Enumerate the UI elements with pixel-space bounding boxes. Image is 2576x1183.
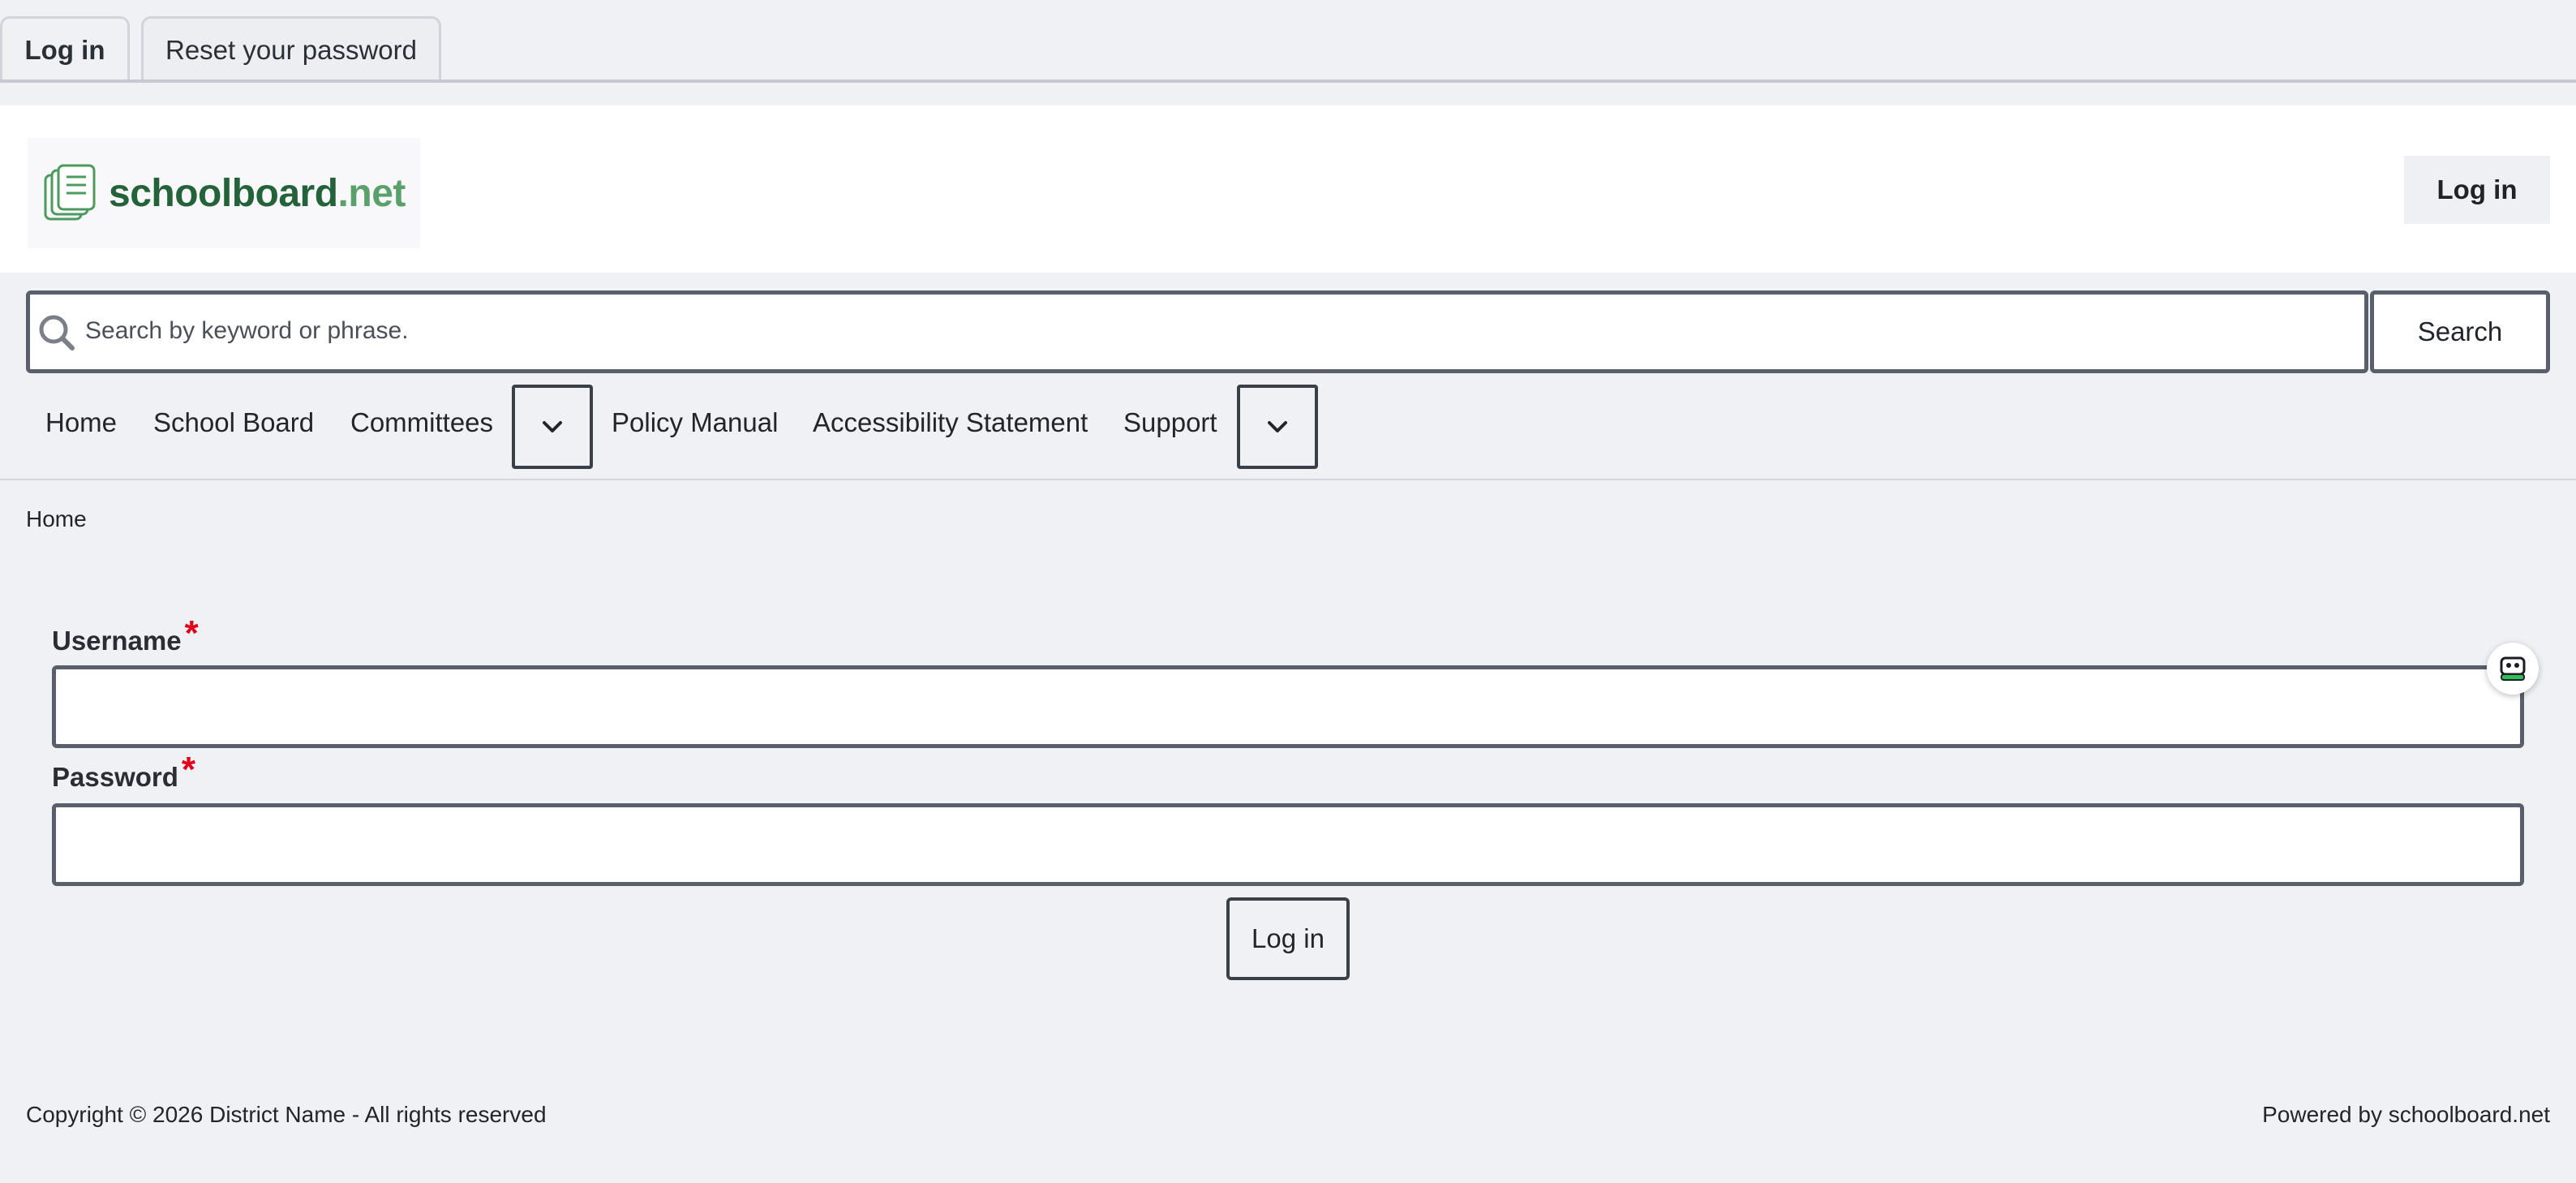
password-field[interactable] xyxy=(52,803,2524,886)
nav-item-committees[interactable]: Committees xyxy=(350,407,493,438)
search-icon xyxy=(39,315,75,351)
site-header: schoolboard.net Log in xyxy=(0,105,2576,273)
nav-item-support[interactable]: Support xyxy=(1123,407,1217,438)
username-label: Username* xyxy=(52,613,199,659)
required-marker: * xyxy=(181,750,196,789)
breadcrumb: Home xyxy=(26,506,87,532)
nav-item-home[interactable]: Home xyxy=(45,407,117,438)
tab-reset-password[interactable]: Reset your password xyxy=(141,16,441,81)
documents-stack-icon xyxy=(44,164,96,221)
username-label-text: Username xyxy=(52,626,182,656)
required-marker: * xyxy=(184,613,199,653)
logo-text: schoolboard.net xyxy=(109,171,406,216)
chevron-down-icon xyxy=(1268,421,1287,432)
logo-text-primary: schoolboard xyxy=(109,171,338,215)
support-submenu-toggle[interactable] xyxy=(1237,385,1318,469)
search-input[interactable]: Search by keyword or phrase. xyxy=(26,290,2368,373)
chat-assistant-widget[interactable] xyxy=(2487,643,2539,695)
username-field[interactable] xyxy=(52,665,2524,748)
search-placeholder: Search by keyword or phrase. xyxy=(85,317,409,344)
site-logo[interactable]: schoolboard.net xyxy=(28,138,420,248)
login-submit-button[interactable]: Log in xyxy=(1226,897,1350,980)
local-tabs: Log in Reset your password xyxy=(0,0,2576,83)
nav-item-policy-manual[interactable]: Policy Manual xyxy=(612,407,778,438)
footer-powered-by: Powered by schoolboard.net xyxy=(2262,1102,2550,1127)
password-label: Password* xyxy=(52,750,195,795)
tab-log-in[interactable]: Log in xyxy=(0,16,130,81)
committees-submenu-toggle[interactable] xyxy=(512,385,593,469)
nav-item-accessibility-statement[interactable]: Accessibility Statement xyxy=(813,407,1088,438)
chat-assistant-icon xyxy=(2500,656,2526,681)
tabs-divider xyxy=(0,80,2576,83)
header-login-button[interactable]: Log in xyxy=(2404,156,2550,224)
search-button[interactable]: Search xyxy=(2370,290,2550,373)
chevron-down-icon xyxy=(543,421,562,432)
footer-copyright: Copyright © 2026 District Name - All rig… xyxy=(26,1102,547,1127)
breadcrumb-home[interactable]: Home xyxy=(26,506,87,531)
logo-text-secondary: .net xyxy=(337,171,406,215)
password-label-text: Password xyxy=(52,762,178,792)
nav-item-school-board[interactable]: School Board xyxy=(153,407,314,438)
nav-divider xyxy=(0,479,2576,480)
